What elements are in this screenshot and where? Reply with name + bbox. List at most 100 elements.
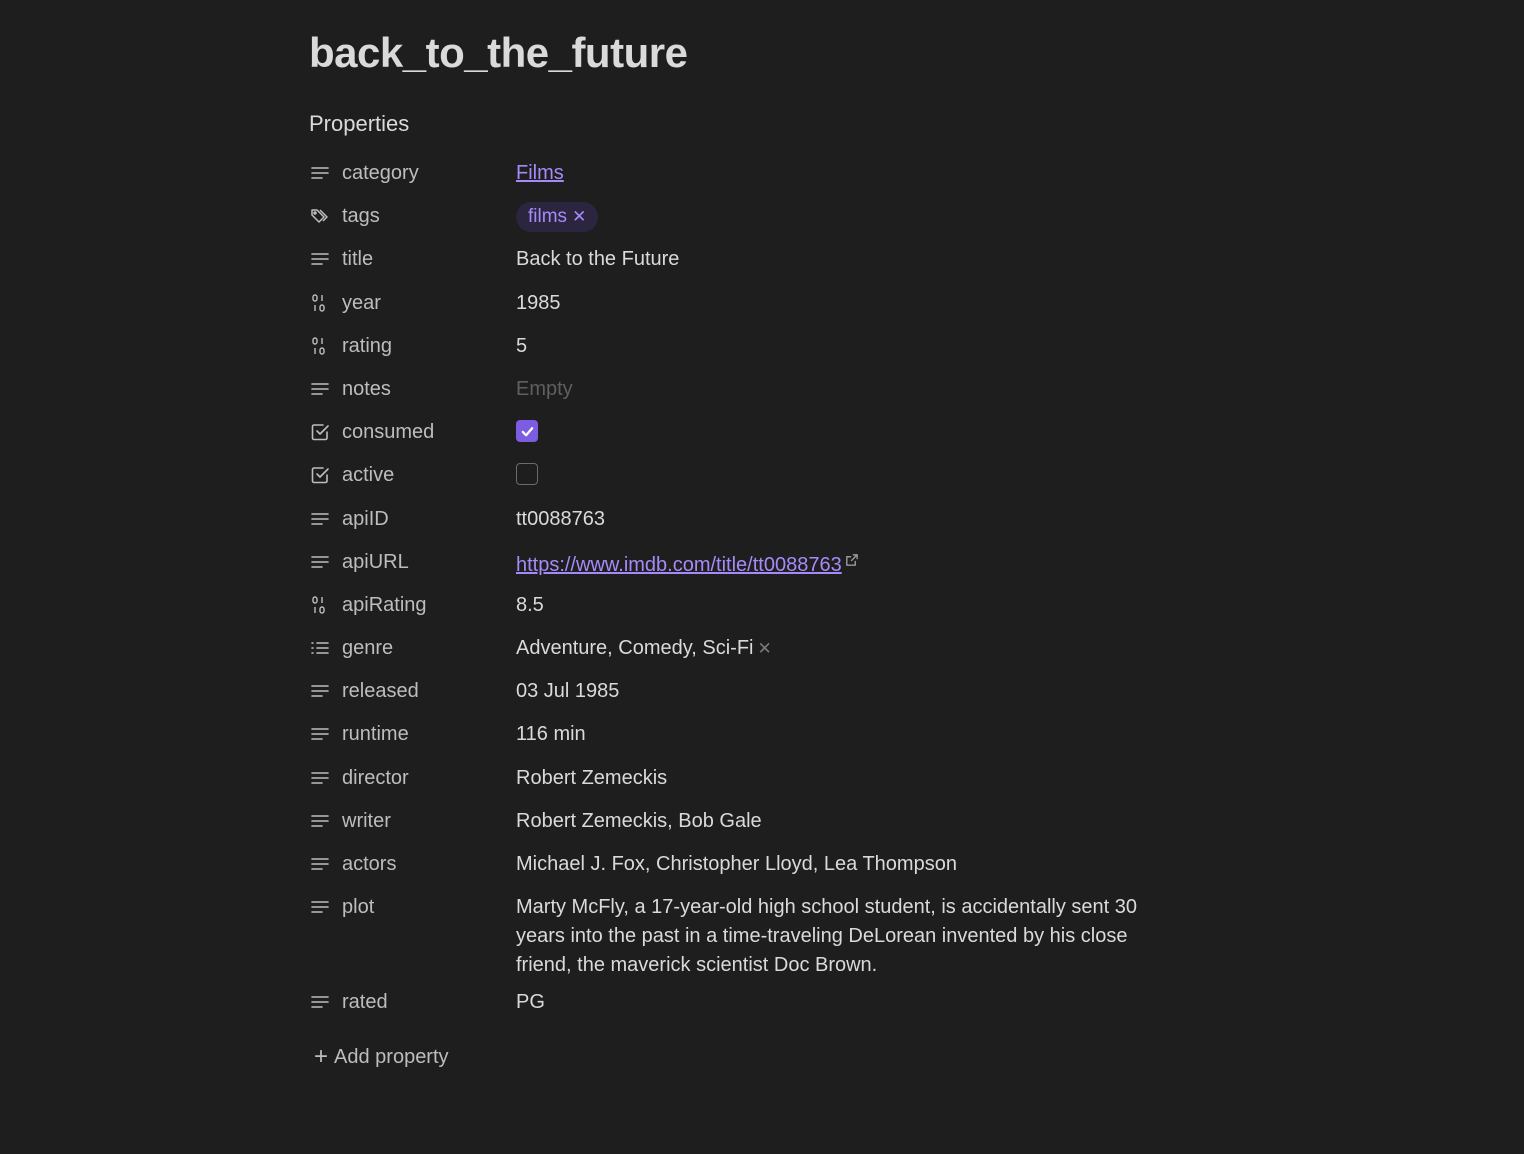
property-name[interactable]: actors bbox=[342, 850, 396, 878]
property-key[interactable]: director bbox=[309, 764, 516, 792]
text-value[interactable]: 03 Jul 1985 bbox=[516, 680, 619, 702]
checkbox-checked[interactable] bbox=[516, 420, 538, 443]
property-value[interactable]: https://www.imdb.com/title/tt0088763 bbox=[516, 548, 1149, 580]
text-lines-icon[interactable] bbox=[309, 508, 331, 530]
text-lines-icon[interactable] bbox=[309, 853, 331, 875]
property-key[interactable]: apiURL bbox=[309, 548, 516, 576]
property-key[interactable]: writer bbox=[309, 807, 516, 835]
property-key[interactable]: runtime bbox=[309, 720, 516, 748]
property-key[interactable]: actors bbox=[309, 850, 516, 878]
multi-value[interactable]: Adventure, Comedy, Sci-Fi bbox=[516, 637, 754, 659]
property-value[interactable]: Michael J. Fox, Christopher Lloyd, Lea T… bbox=[516, 850, 1149, 879]
property-name[interactable]: runtime bbox=[342, 720, 409, 748]
property-value[interactable]: tt0088763 bbox=[516, 505, 1149, 534]
property-key[interactable]: apiID bbox=[309, 505, 516, 533]
tag-pill[interactable]: films ✕ bbox=[516, 201, 599, 232]
tags-icon[interactable] bbox=[309, 205, 331, 227]
property-key[interactable]: released bbox=[309, 677, 516, 705]
text-lines-icon[interactable] bbox=[309, 248, 331, 270]
property-value[interactable]: Empty bbox=[516, 375, 1149, 404]
property-name[interactable]: notes bbox=[342, 375, 391, 403]
text-lines-icon[interactable] bbox=[309, 680, 331, 702]
property-value[interactable]: 1985 bbox=[516, 289, 1149, 318]
property-key[interactable]: title bbox=[309, 245, 516, 273]
property-name[interactable]: rating bbox=[342, 332, 392, 360]
empty-placeholder[interactable]: Empty bbox=[516, 378, 573, 400]
text-lines-icon[interactable] bbox=[309, 378, 331, 400]
property-name[interactable]: writer bbox=[342, 807, 391, 835]
property-name[interactable]: genre bbox=[342, 634, 393, 662]
properties-heading[interactable]: Properties bbox=[309, 110, 409, 138]
property-name[interactable]: apiID bbox=[342, 505, 389, 533]
property-name[interactable]: consumed bbox=[342, 418, 434, 446]
property-key[interactable]: consumed bbox=[309, 418, 516, 446]
property-name[interactable]: category bbox=[342, 159, 419, 187]
property-name[interactable]: apiURL bbox=[342, 548, 409, 576]
text-lines-icon[interactable] bbox=[309, 810, 331, 832]
property-key[interactable]: tags bbox=[309, 202, 516, 230]
property-key[interactable]: active bbox=[309, 461, 516, 489]
text-value[interactable]: Robert Zemeckis bbox=[516, 767, 667, 789]
external-link-icon[interactable] bbox=[844, 548, 859, 566]
text-value[interactable]: 1985 bbox=[516, 292, 561, 314]
number-icon[interactable] bbox=[309, 292, 331, 314]
property-name[interactable]: active bbox=[342, 461, 394, 489]
checkbox-unchecked[interactable] bbox=[516, 463, 538, 486]
property-name[interactable]: plot bbox=[342, 893, 374, 921]
property-key[interactable]: year bbox=[309, 289, 516, 317]
property-value[interactable]: Marty McFly, a 17-year-old high school s… bbox=[516, 893, 1149, 980]
property-value[interactable]: 03 Jul 1985 bbox=[516, 677, 1149, 706]
text-value[interactable]: 8.5 bbox=[516, 594, 544, 616]
text-value[interactable]: tt0088763 bbox=[516, 508, 605, 530]
checkbox-icon[interactable] bbox=[309, 464, 331, 486]
property-value[interactable]: 5 bbox=[516, 332, 1149, 361]
property-name[interactable]: title bbox=[342, 245, 373, 273]
text-lines-icon[interactable] bbox=[309, 162, 331, 184]
property-value[interactable]: Back to the Future bbox=[516, 245, 1149, 274]
property-name[interactable]: year bbox=[342, 289, 381, 317]
property-name[interactable]: rated bbox=[342, 988, 388, 1016]
text-value[interactable]: 5 bbox=[516, 335, 527, 357]
property-value[interactable]: Robert Zemeckis, Bob Gale bbox=[516, 807, 1149, 836]
property-key[interactable]: plot bbox=[309, 893, 516, 921]
property-key[interactable]: notes bbox=[309, 375, 516, 403]
property-key[interactable]: genre bbox=[309, 634, 516, 662]
property-name[interactable]: released bbox=[342, 677, 419, 705]
property-key[interactable]: category bbox=[309, 159, 516, 187]
property-value[interactable]: Robert Zemeckis bbox=[516, 764, 1149, 793]
remove-tag-icon[interactable]: ✕ bbox=[572, 202, 586, 231]
list-icon[interactable] bbox=[309, 637, 331, 659]
remove-value-icon[interactable]: ✕ bbox=[758, 639, 772, 658]
property-value[interactable] bbox=[516, 418, 1149, 448]
text-lines-icon[interactable] bbox=[309, 723, 331, 745]
text-lines-icon[interactable] bbox=[309, 767, 331, 789]
number-icon[interactable] bbox=[309, 335, 331, 357]
property-value[interactable]: films ✕ bbox=[516, 201, 1149, 232]
property-value[interactable]: Adventure, Comedy, Sci-Fi ✕ bbox=[516, 634, 1149, 663]
property-key[interactable]: rating bbox=[309, 332, 516, 360]
external-link[interactable]: https://www.imdb.com/title/tt0088763 bbox=[516, 554, 842, 576]
checkbox-icon[interactable] bbox=[309, 421, 331, 443]
property-name[interactable]: director bbox=[342, 764, 409, 792]
text-lines-icon[interactable] bbox=[309, 551, 331, 573]
internal-link[interactable]: Films bbox=[516, 162, 564, 184]
text-lines-icon[interactable] bbox=[309, 991, 331, 1013]
property-key[interactable]: rated bbox=[309, 988, 516, 1016]
text-lines-icon[interactable] bbox=[309, 896, 331, 918]
text-value[interactable]: 116 min bbox=[516, 723, 586, 745]
property-value[interactable]: 8.5 bbox=[516, 591, 1149, 620]
property-value[interactable]: 116 min bbox=[516, 720, 1149, 749]
text-value[interactable]: Back to the Future bbox=[516, 248, 679, 270]
long-text-value[interactable]: Marty McFly, a 17-year-old high school s… bbox=[516, 896, 1137, 976]
property-value[interactable]: Films bbox=[516, 159, 1149, 188]
text-value[interactable]: Robert Zemeckis, Bob Gale bbox=[516, 810, 762, 832]
property-name[interactable]: tags bbox=[342, 202, 380, 230]
number-icon[interactable] bbox=[309, 594, 331, 616]
property-value[interactable]: PG bbox=[516, 988, 1149, 1017]
note-title[interactable]: back_to_the_future bbox=[309, 26, 688, 80]
add-property-button[interactable]: + Add property bbox=[314, 1043, 449, 1071]
property-value[interactable] bbox=[516, 461, 1149, 494]
property-name[interactable]: apiRating bbox=[342, 591, 427, 619]
text-value[interactable]: PG bbox=[516, 991, 545, 1013]
property-key[interactable]: apiRating bbox=[309, 591, 516, 619]
